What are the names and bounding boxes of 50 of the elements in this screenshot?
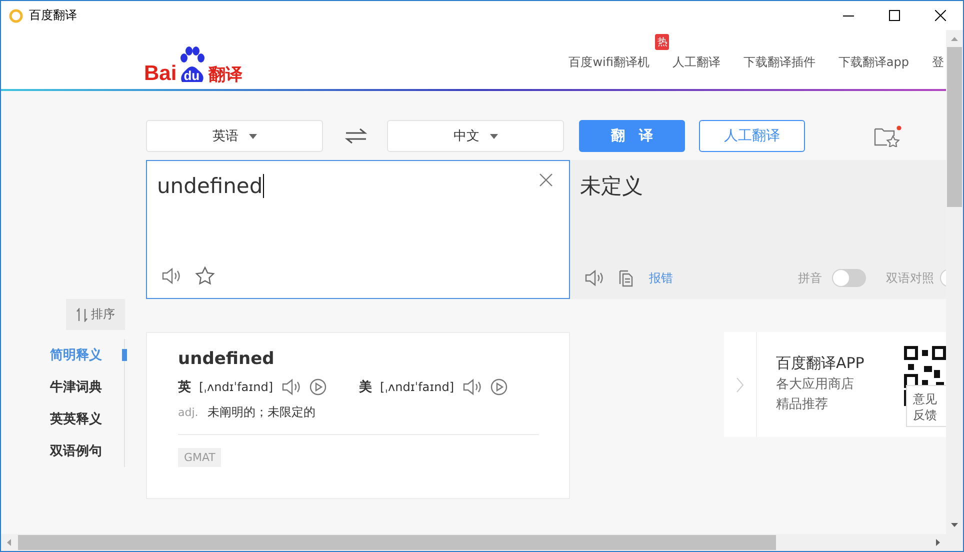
nav-link[interactable]: 下载翻译插件 xyxy=(743,54,816,71)
definition-text: 未阐明的；未限定的 xyxy=(207,404,316,421)
translation-text: 未定义 xyxy=(580,173,644,200)
speaker-icon[interactable] xyxy=(281,378,302,396)
pinyin-label: 拼音 xyxy=(798,270,822,286)
play-icon[interactable] xyxy=(309,378,328,396)
nav-link[interactable]: 下载翻译app xyxy=(838,54,909,71)
window-title: 百度翻译 xyxy=(29,7,77,24)
phonetic-text: [ˌʌndɪˈfaɪnd] xyxy=(199,380,274,394)
vertical-scrollbar[interactable] xyxy=(946,30,963,534)
promo-text: 各大应用商店 xyxy=(776,376,855,393)
nav-link[interactable]: 登 xyxy=(932,54,944,71)
sort-icon xyxy=(76,308,88,322)
chevron-icon xyxy=(736,376,744,392)
app-icon xyxy=(9,8,23,22)
logo[interactable]: Bai du 翻译 xyxy=(144,44,243,84)
section-tab[interactable]: 牛津词典 xyxy=(50,371,124,403)
sort-button[interactable]: 排序 xyxy=(66,299,125,330)
bilingual-label: 双语对照 xyxy=(886,270,934,286)
promo-title: 百度翻译APP xyxy=(776,354,864,373)
section-tab[interactable]: 双语例句 xyxy=(50,435,124,467)
speaker-icon[interactable] xyxy=(462,378,482,396)
phonetic-text: [ˌʌndɪˈfaɪnd] xyxy=(380,380,454,394)
feedback-button[interactable]: 意见 反馈 xyxy=(906,385,946,427)
speaker-icon[interactable] xyxy=(161,267,181,285)
promo-text: 精品推荐 xyxy=(776,396,829,413)
close-icon xyxy=(934,10,946,21)
swap-icon[interactable] xyxy=(345,128,367,144)
nav-link[interactable]: 人工翻译 xyxy=(672,54,720,71)
region-label: 美 xyxy=(359,378,372,396)
target-language-select[interactable]: 中文 xyxy=(387,120,564,152)
part-of-speech: adj. xyxy=(178,406,198,419)
star-icon[interactable] xyxy=(195,266,215,286)
copy-icon[interactable] xyxy=(617,269,635,287)
speaker-icon[interactable] xyxy=(584,269,604,287)
source-language-select[interactable]: 英语 xyxy=(146,120,323,152)
region-label: 英 xyxy=(178,379,191,396)
headword: undefined xyxy=(178,349,276,369)
section-tab[interactable]: 英英释义 xyxy=(50,403,124,435)
exam-tag: GMAT xyxy=(178,448,222,467)
maximize-icon xyxy=(888,10,900,21)
hot-badge: 热 xyxy=(655,34,670,50)
caret-icon xyxy=(490,134,498,138)
play-icon[interactable] xyxy=(490,378,508,396)
favorites-folder-icon[interactable] xyxy=(873,125,903,147)
pinyin-toggle[interactable] xyxy=(832,269,866,287)
caret-icon xyxy=(248,134,256,138)
source-text-field[interactable]: undefined xyxy=(157,171,559,201)
horizontal-scrollbar[interactable] xyxy=(1,534,963,551)
clear-button[interactable] xyxy=(539,173,553,187)
